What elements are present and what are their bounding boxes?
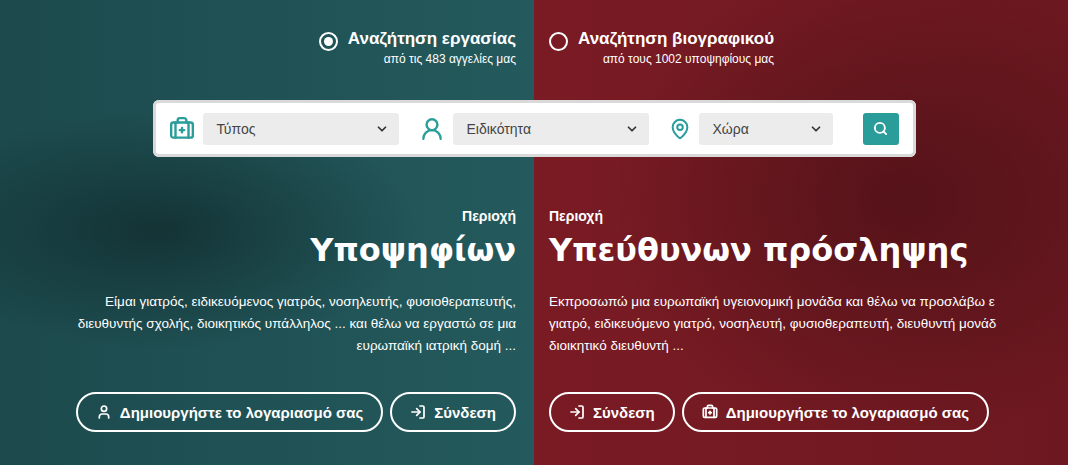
filter-select[interactable]: Ειδικότητα — [453, 113, 649, 145]
areas: Περιοχή Υποψηφίων Είμαι γιατρός, ειδικευόμ… — [0, 157, 1068, 432]
area: Περιοχή Υπεύθυνων πρόσληψης Εκπροσωπώ μια … — [534, 207, 1068, 432]
area-title: Υπεύθυνων πρόσληψης — [549, 229, 968, 271]
search-mode-subtitle: από τις 483 αγγελίες μας — [384, 50, 516, 68]
register-button[interactable]: Δημιουργήστε το λογαριασμό σας — [682, 392, 989, 432]
sign-in-icon — [410, 404, 426, 420]
filter-select[interactable]: Χώρα — [699, 113, 833, 145]
area-description: Εκπροσωπώ μια ευρωπαϊκή υγειονομική μονά… — [549, 291, 996, 357]
hero: Αναζήτηση εργασίαςαπό τις 483 αγγελίες μ… — [0, 0, 1068, 465]
login-button[interactable]: Σύνδεση — [390, 392, 516, 432]
search-button[interactable] — [863, 113, 899, 145]
dropdown-icon — [625, 122, 639, 136]
search-mode-radio[interactable]: Αναζήτηση εργασίαςαπό τις 483 αγγελίες μ… — [319, 28, 516, 68]
type-icon — [169, 116, 195, 142]
search-mode-radio[interactable]: Αναζήτηση βιογραφικούαπό τους 1002 υποψη… — [549, 28, 774, 68]
search-mode-label: Αναζήτηση εργασίας — [348, 28, 516, 50]
search-modes: Αναζήτηση εργασίαςαπό τις 483 αγγελίες μ… — [0, 28, 1068, 68]
briefcase-medical-icon — [702, 404, 718, 420]
user-icon — [96, 404, 112, 420]
search-mode-subtitle: από τους 1002 υποψηφίους μας — [603, 50, 774, 68]
area-kicker: Περιοχή — [462, 207, 516, 225]
area: Περιοχή Υποψηφίων Είμαι γιατρός, ειδικευόμ… — [0, 207, 534, 432]
area-title: Υποψηφίων — [310, 229, 516, 271]
login-button[interactable]: Σύνδεση — [549, 392, 675, 432]
radio-icon[interactable] — [319, 32, 338, 51]
register-button[interactable]: Δημιουργήστε το λογαριασμό σας — [76, 392, 383, 432]
dropdown-icon — [375, 122, 389, 136]
area-description: Είμαι γιατρός, ειδικευόμενος γιατρός, νο… — [78, 291, 516, 357]
area-kicker: Περιοχή — [549, 207, 603, 225]
radio-icon[interactable] — [549, 32, 568, 51]
search-icon — [873, 121, 888, 136]
country-icon — [669, 118, 691, 140]
search-mode-label: Αναζήτηση βιογραφικού — [578, 28, 774, 50]
search-bar: Τύπος Ειδικότητα Χώρα — [153, 100, 916, 157]
filter-select[interactable]: Τύπος — [203, 113, 399, 145]
dropdown-icon — [809, 122, 823, 136]
sign-in-icon — [569, 404, 585, 420]
specialty-icon — [419, 116, 445, 142]
